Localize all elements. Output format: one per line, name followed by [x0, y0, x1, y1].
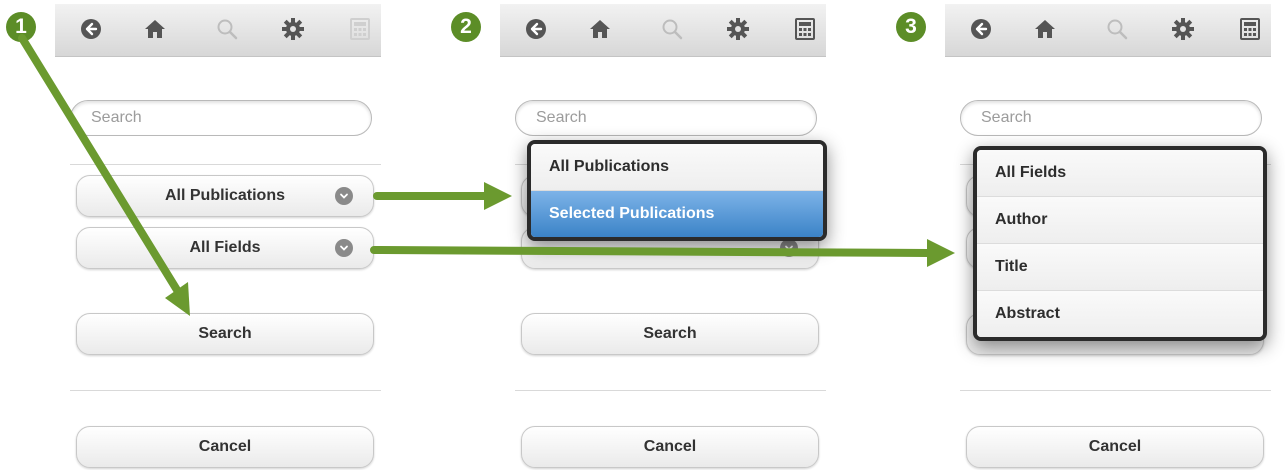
home-icon[interactable]: [588, 17, 612, 41]
fields-select-label: All Fields: [189, 239, 261, 256]
search-input[interactable]: [91, 101, 351, 135]
back-icon[interactable]: [969, 17, 993, 41]
divider: [515, 390, 826, 391]
search-field[interactable]: [515, 100, 817, 136]
popup-option[interactable]: Abstract: [977, 291, 1263, 337]
step-2-badge: 2: [451, 12, 481, 42]
home-icon[interactable]: [143, 17, 167, 41]
popup-option[interactable]: All Publications: [531, 144, 823, 191]
cancel-button-label: Cancel: [643, 438, 697, 455]
search-button-label: Search: [198, 325, 252, 342]
publications-picker-popup: All Publications Selected Publications: [527, 140, 827, 241]
gear-icon[interactable]: [281, 17, 305, 41]
search-icon[interactable]: [215, 17, 239, 41]
panel-step-3: All Fields Author Title Abstract Cancel: [945, 0, 1271, 470]
popup-option-selected[interactable]: Selected Publications: [531, 191, 823, 237]
calculator-icon[interactable]: [793, 17, 817, 41]
search-icon[interactable]: [660, 17, 684, 41]
step-1-badge: 1: [6, 12, 36, 42]
chevron-down-icon: [335, 239, 353, 257]
search-field[interactable]: [70, 100, 372, 136]
cancel-button-label: Cancel: [198, 438, 252, 455]
gear-icon[interactable]: [1171, 17, 1195, 41]
chevron-down-icon: [335, 187, 353, 205]
search-icon[interactable]: [1105, 17, 1129, 41]
toolbar: [945, 4, 1271, 57]
divider: [960, 390, 1271, 391]
fields-select[interactable]: All Fields: [76, 227, 374, 269]
cancel-button[interactable]: Cancel: [966, 426, 1264, 468]
cancel-button[interactable]: Cancel: [521, 426, 819, 468]
search-button[interactable]: Search: [521, 313, 819, 355]
calculator-icon[interactable]: [1238, 17, 1262, 41]
toolbar: [500, 4, 826, 57]
popup-option[interactable]: Title: [977, 244, 1263, 291]
search-input[interactable]: [981, 101, 1241, 135]
search-field[interactable]: [960, 100, 1262, 136]
divider: [70, 164, 381, 165]
popup-option[interactable]: Author: [977, 197, 1263, 244]
search-button[interactable]: Search: [76, 313, 374, 355]
search-button-label: Search: [643, 325, 697, 342]
chevron-down-icon: [780, 239, 798, 257]
publications-select[interactable]: All Publications: [76, 175, 374, 217]
panel-step-2: All Publications Selected Publications S…: [500, 0, 827, 470]
toolbar: [55, 4, 381, 57]
divider: [70, 390, 381, 391]
cancel-button[interactable]: Cancel: [76, 426, 374, 468]
step-3-badge: 3: [896, 12, 926, 42]
calculator-icon[interactable]: [348, 17, 372, 41]
popup-option[interactable]: All Fields: [977, 150, 1263, 197]
publications-select-label: All Publications: [164, 187, 285, 204]
cancel-button-label: Cancel: [1088, 438, 1142, 455]
search-input[interactable]: [536, 101, 796, 135]
back-icon[interactable]: [79, 17, 103, 41]
gear-icon[interactable]: [726, 17, 750, 41]
back-icon[interactable]: [524, 17, 548, 41]
home-icon[interactable]: [1033, 17, 1057, 41]
panel-step-1: All Publications All Fields Search Cance…: [55, 0, 381, 470]
fields-picker-popup: All Fields Author Title Abstract: [973, 146, 1267, 341]
